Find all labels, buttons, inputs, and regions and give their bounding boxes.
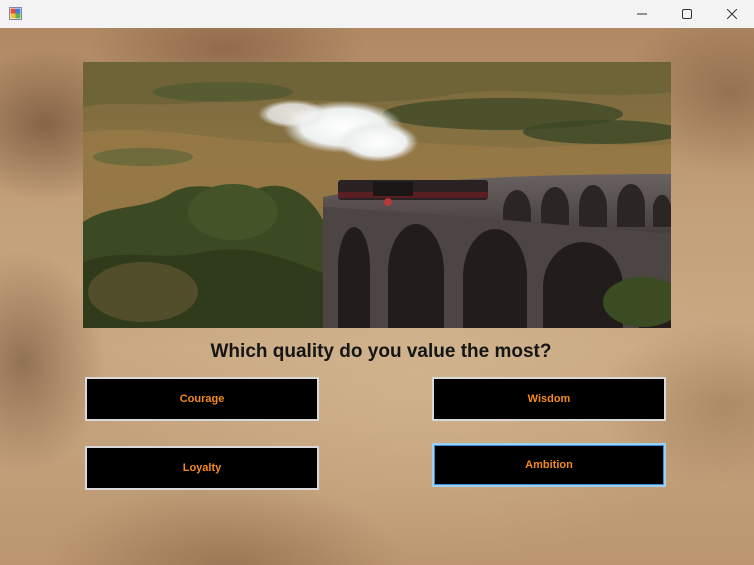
title-bar[interactable] [0,0,754,28]
steam-train-viaduct-image [83,62,671,328]
answer-courage-button[interactable]: Courage [85,377,319,421]
close-button[interactable] [710,0,754,28]
close-icon [727,9,737,19]
maximize-icon [682,9,692,19]
question-label: Which quality do you value the most? [210,341,552,362]
answer-loyalty-button[interactable]: Loyalty [85,446,319,490]
maximize-button[interactable] [665,0,709,28]
minimize-icon [637,13,647,15]
answer-ambition-button[interactable]: Ambition [432,443,666,487]
app-icon [9,7,22,20]
client-area: Which quality do you value the most? Cou… [0,28,754,565]
quiz-window: Which quality do you value the most? Cou… [0,0,754,565]
answer-wisdom-button[interactable]: Wisdom [432,377,666,421]
minimize-button[interactable] [620,0,664,28]
